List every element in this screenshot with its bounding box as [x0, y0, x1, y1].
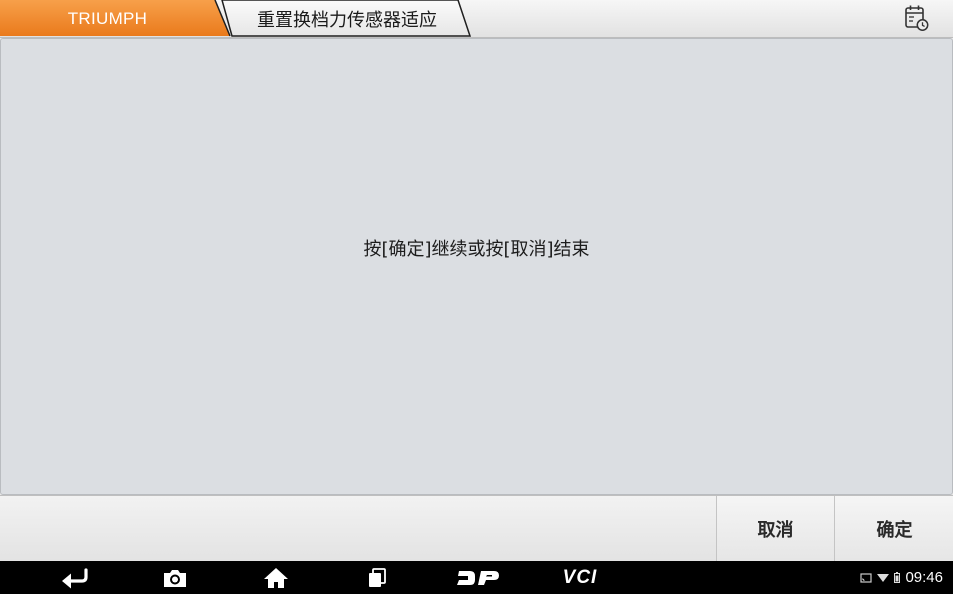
ok-button[interactable]: 确定: [834, 496, 953, 561]
instruction-message: 按[确定]继续或按[取消]结束: [363, 239, 590, 260]
recent-apps-icon: [369, 567, 386, 587]
system-nav-bar: VCI 09:46: [0, 561, 953, 594]
wifi-icon: [877, 573, 890, 582]
cast-icon: [860, 572, 873, 583]
screenshot-button[interactable]: [158, 561, 192, 594]
recent-apps-button[interactable]: [362, 561, 392, 594]
top-header: TRIUMPH 重置换档力传感器适应: [0, 0, 953, 38]
home-icon: [264, 567, 288, 588]
status-clock: 09:46: [905, 569, 943, 586]
back-button[interactable]: [55, 561, 95, 594]
breadcrumb-page-title: 重置换档力传感器适应: [257, 9, 437, 31]
status-area: 09:46: [860, 561, 943, 594]
vci-icon: VCI: [562, 566, 598, 588]
home-button[interactable]: [260, 561, 292, 594]
history-calendar-button[interactable]: [900, 3, 934, 33]
screenshot-icon: [164, 569, 186, 587]
calendar-clock-icon: [905, 5, 929, 31]
vci-button[interactable]: VCI: [552, 561, 608, 594]
back-icon: [62, 567, 88, 588]
main-content-panel: 按[确定]继续或按[取消]结束: [0, 38, 953, 495]
cancel-button[interactable]: 取消: [716, 496, 834, 561]
dp-icon: [457, 570, 499, 585]
action-bar: 取消 确定: [0, 495, 953, 561]
battery-icon: [894, 572, 901, 583]
breadcrumb-brand[interactable]: TRIUMPH: [0, 0, 215, 37]
dp-button[interactable]: [452, 561, 504, 594]
